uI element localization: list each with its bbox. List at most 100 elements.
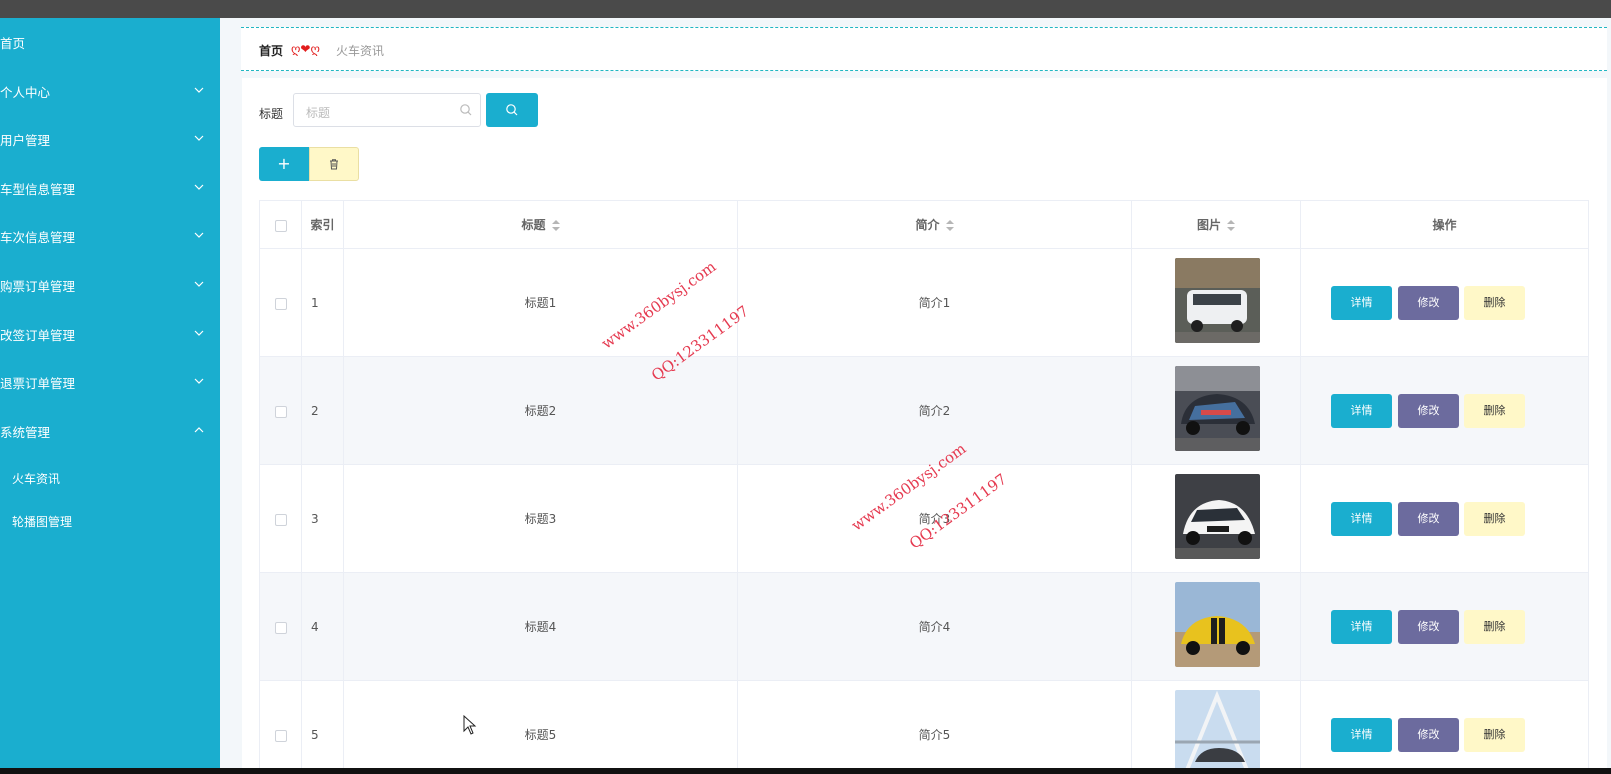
cell-index: 5 — [302, 681, 344, 774]
edit-button[interactable]: 修改 — [1398, 394, 1459, 428]
breadcrumb-separator: ღ❤ღ — [291, 42, 320, 56]
breadcrumb-home[interactable]: 首页 — [259, 42, 283, 59]
row-checkbox[interactable] — [274, 405, 287, 418]
breadcrumb: 首页 ღ❤ღ 火车资讯 — [241, 27, 1607, 71]
column-header-intro[interactable]: 简介 — [738, 201, 1132, 249]
car-thumbnail-image[interactable] — [1175, 690, 1260, 774]
search-input[interactable]: 标题 — [293, 93, 481, 127]
batch-delete-button[interactable] — [309, 147, 359, 181]
breadcrumb-current: 火车资讯 — [336, 44, 385, 58]
window-top-bar — [0, 0, 1611, 18]
cell-intro: 简介2 — [738, 357, 1132, 465]
sidebar-item-label: 系统管理 — [0, 424, 51, 440]
column-header-title[interactable]: 标题 — [344, 201, 738, 249]
edit-button[interactable]: 修改 — [1398, 286, 1459, 320]
cell-actions: 详情 修改 删除 — [1301, 465, 1588, 573]
edit-button[interactable]: 修改 — [1398, 610, 1459, 644]
detail-button[interactable]: 详情 — [1331, 502, 1392, 536]
row-checkbox[interactable] — [274, 621, 287, 634]
edit-label: 修改 — [1417, 512, 1440, 525]
row-checkbox[interactable] — [274, 513, 287, 526]
cell-title: 标题4 — [344, 573, 738, 681]
select-all-cell — [260, 201, 302, 249]
sidebar-item-home[interactable]: 首页 — [0, 22, 220, 62]
cell-actions: 详情 修改 删除 — [1301, 573, 1588, 681]
sidebar-item-user-management[interactable]: 用户管理 — [0, 119, 220, 159]
column-header-label: 简介 — [915, 218, 940, 232]
search-icon — [460, 104, 472, 116]
sidebar-subitem-carousel-management[interactable]: 轮播图管理 — [12, 513, 72, 530]
sort-icon[interactable] — [1227, 219, 1235, 232]
sidebar-item-train-schedule-management[interactable]: 车次信息管理 — [0, 216, 220, 256]
detail-button[interactable]: 详情 — [1331, 286, 1392, 320]
chevron-down-icon — [194, 135, 204, 141]
main-content: 首页 ღ❤ღ 火车资讯 标题 标题 + 索引 标题 简介 图片 操作 1 标题1… — [220, 18, 1611, 774]
cell-image — [1132, 681, 1301, 774]
cell-index: 1 — [302, 249, 344, 357]
delete-label: 删除 — [1483, 728, 1506, 741]
row-select-cell — [260, 681, 302, 774]
sidebar-item-ticket-order-management[interactable]: 购票订单管理 — [0, 265, 220, 305]
edit-button[interactable]: 修改 — [1398, 502, 1459, 536]
column-header-image[interactable]: 图片 — [1132, 201, 1301, 249]
row-checkbox[interactable] — [274, 297, 287, 310]
car-thumbnail-image[interactable] — [1175, 474, 1260, 559]
mouse-cursor-icon — [463, 715, 477, 735]
sidebar-item-personal-center[interactable]: 个人中心 — [0, 71, 220, 111]
sidebar-subitem-train-news[interactable]: 火车资讯 — [12, 470, 60, 487]
row-checkbox[interactable] — [274, 729, 287, 742]
detail-button[interactable]: 详情 — [1331, 394, 1392, 428]
chevron-down-icon — [194, 87, 204, 93]
detail-label: 详情 — [1350, 620, 1373, 633]
cell-intro: 简介5 — [738, 681, 1132, 774]
cell-image — [1132, 465, 1301, 573]
cell-index: 2 — [302, 357, 344, 465]
sort-icon[interactable] — [945, 219, 954, 232]
cell-title: 标题2 — [344, 357, 738, 465]
sidebar: 首页 个人中心 用户管理 车型信息管理 车次信息管理 购票订单管理 改签订单管理… — [0, 18, 220, 768]
select-all-checkbox[interactable] — [274, 219, 287, 232]
car-thumbnail-image[interactable] — [1175, 366, 1260, 451]
delete-button[interactable]: 删除 — [1464, 502, 1525, 536]
row-select-cell — [260, 357, 302, 465]
car-thumbnail-image[interactable] — [1175, 582, 1260, 667]
sidebar-item-label: 个人中心 — [0, 84, 51, 100]
cell-intro: 简介4 — [738, 573, 1132, 681]
table-row: 3 标题3 简介3 详情 修改 删除 — [260, 465, 1588, 573]
delete-label: 删除 — [1483, 404, 1506, 417]
table-row: 5 标题5 简介5 详情 修改 删除 — [260, 681, 1588, 774]
sidebar-item-refund-order-management[interactable]: 退票订单管理 — [0, 362, 220, 402]
detail-button[interactable]: 详情 — [1331, 610, 1392, 644]
chevron-down-icon — [194, 281, 204, 287]
delete-button[interactable]: 删除 — [1464, 394, 1525, 428]
search-icon — [506, 104, 518, 116]
search-button[interactable] — [486, 93, 538, 127]
sort-icon[interactable] — [551, 219, 560, 232]
chevron-down-icon — [194, 232, 204, 238]
column-header-index: 索引 — [302, 201, 344, 249]
detail-label: 详情 — [1350, 728, 1373, 741]
sidebar-item-car-type-management[interactable]: 车型信息管理 — [0, 168, 220, 208]
cell-intro: 简介1 — [738, 249, 1132, 357]
chevron-down-icon — [194, 378, 204, 384]
sidebar-item-system-management[interactable]: 系统管理 — [0, 411, 220, 451]
table-row: 2 标题2 简介2 详情 修改 删除 — [260, 357, 1588, 465]
car-thumbnail-image[interactable] — [1175, 258, 1260, 343]
sidebar-item-label: 改签订单管理 — [0, 327, 76, 343]
cell-actions: 详情 修改 删除 — [1301, 681, 1588, 774]
sidebar-item-change-order-management[interactable]: 改签订单管理 — [0, 314, 220, 354]
delete-button[interactable]: 删除 — [1464, 718, 1525, 752]
delete-button[interactable]: 删除 — [1464, 610, 1525, 644]
row-select-cell — [260, 573, 302, 681]
table-row: 4 标题4 简介4 详情 修改 删除 — [260, 573, 1588, 681]
table-header: 索引 标题 简介 图片 操作 — [260, 201, 1588, 249]
delete-button[interactable]: 删除 — [1464, 286, 1525, 320]
chevron-down-icon — [194, 184, 204, 190]
table-row: 1 标题1 简介1 详情 修改 删除 — [260, 249, 1588, 357]
detail-button[interactable]: 详情 — [1331, 718, 1392, 752]
sidebar-item-label: 车型信息管理 — [0, 181, 76, 197]
edit-button[interactable]: 修改 — [1398, 718, 1459, 752]
cell-index: 4 — [302, 573, 344, 681]
add-button[interactable]: + — [259, 147, 309, 181]
window-bottom-bar — [0, 768, 1611, 774]
